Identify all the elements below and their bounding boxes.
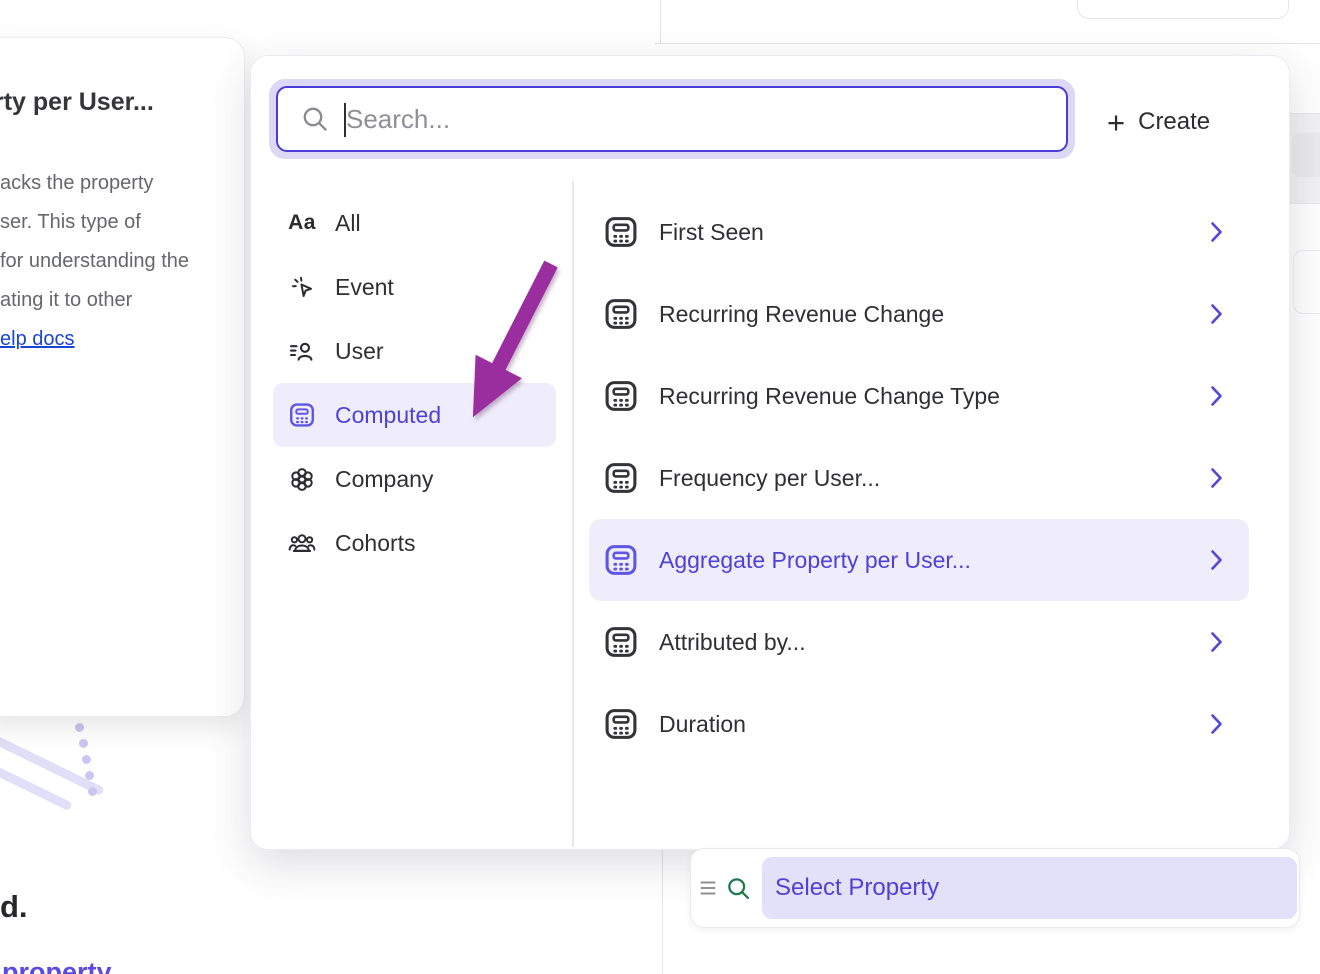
chevron-right-icon	[1210, 221, 1223, 243]
background-panel-fragment	[1293, 250, 1320, 314]
breakdown-row: Select Property	[690, 848, 1300, 928]
category-item-cohorts[interactable]: Cohorts	[273, 511, 556, 575]
panel-divider	[572, 181, 574, 847]
chevron-right-icon	[1210, 631, 1223, 653]
text-format-icon: Aa	[287, 211, 317, 235]
chevron-right-icon	[1210, 713, 1223, 735]
calculator-icon	[287, 401, 317, 429]
property-item-duration[interactable]: Duration	[589, 683, 1249, 765]
screen: d. property rty per User... acks the pro…	[0, 0, 1320, 974]
tooltip-text-line: acks the property	[0, 172, 153, 195]
search-icon	[300, 104, 330, 134]
plus-icon: +	[1107, 107, 1125, 138]
chevron-right-icon	[1210, 549, 1223, 571]
category-item-event[interactable]: Event	[273, 255, 556, 319]
cursor-click-icon	[287, 274, 317, 301]
background-divider	[655, 43, 1320, 44]
tooltip-text-line: for understanding the	[0, 250, 189, 273]
property-item-first-seen[interactable]: First Seen	[589, 191, 1249, 273]
partial-heading: d.	[0, 889, 28, 925]
create-button[interactable]: + Create	[1107, 101, 1210, 143]
category-item-all[interactable]: Aa All	[273, 191, 556, 255]
decorative-dot	[79, 739, 88, 748]
chevron-right-icon	[1210, 467, 1223, 489]
drag-handle-icon[interactable]	[700, 880, 716, 896]
calculator-icon	[603, 706, 639, 742]
property-list: First Seen Recurring Revenue Change Recu…	[589, 191, 1249, 765]
category-item-company[interactable]: Company	[273, 447, 556, 511]
background-panel-fragment	[1077, 0, 1289, 19]
chevron-right-icon	[1210, 303, 1223, 325]
calculator-icon	[603, 542, 639, 578]
category-list: Aa All Event User Computed Company Cohor…	[273, 191, 556, 575]
background-divider	[662, 848, 663, 974]
help-docs-link[interactable]: elp docs	[0, 328, 75, 351]
decorative-dot	[85, 771, 94, 780]
user-list-icon	[287, 338, 317, 364]
property-item-aggregate-property-per-user[interactable]: Aggregate Property per User...	[589, 519, 1249, 601]
calculator-icon	[603, 624, 639, 660]
background-panel-fragment	[1292, 133, 1320, 177]
decorative-dot	[75, 723, 84, 732]
select-property-button[interactable]: Select Property	[762, 857, 1297, 919]
background-divider	[660, 0, 661, 43]
calculator-icon	[603, 378, 639, 414]
search-focus-ring	[269, 79, 1075, 159]
tooltip-text-line: ser. This type of	[0, 211, 141, 234]
category-item-computed[interactable]: Computed	[273, 383, 556, 447]
cohorts-icon	[287, 530, 317, 556]
property-tooltip-card	[0, 37, 245, 717]
decorative-dot	[88, 787, 97, 796]
property-item-frequency-per-user[interactable]: Frequency per User...	[589, 437, 1249, 519]
tooltip-text-line: ating it to other	[0, 289, 132, 312]
text-cursor	[344, 103, 346, 137]
calculator-icon	[603, 296, 639, 332]
property-item-recurring-revenue-change-type[interactable]: Recurring Revenue Change Type	[589, 355, 1249, 437]
calculator-icon	[603, 460, 639, 496]
company-icon	[287, 466, 317, 493]
property-search-icon	[725, 875, 752, 902]
decorative-dot	[82, 755, 91, 764]
chevron-right-icon	[1210, 385, 1223, 407]
category-item-user[interactable]: User	[273, 319, 556, 383]
calculator-icon	[603, 214, 639, 250]
property-item-attributed-by[interactable]: Attributed by...	[589, 601, 1249, 683]
property-picker-modal: + Create Aa All Event User Computed Comp…	[250, 55, 1290, 850]
search-input[interactable]	[344, 103, 1066, 136]
search-field[interactable]	[276, 86, 1068, 152]
partial-link-text[interactable]: property	[2, 957, 112, 974]
property-item-recurring-revenue-change[interactable]: Recurring Revenue Change	[589, 273, 1249, 355]
tooltip-title: rty per User...	[0, 88, 154, 117]
